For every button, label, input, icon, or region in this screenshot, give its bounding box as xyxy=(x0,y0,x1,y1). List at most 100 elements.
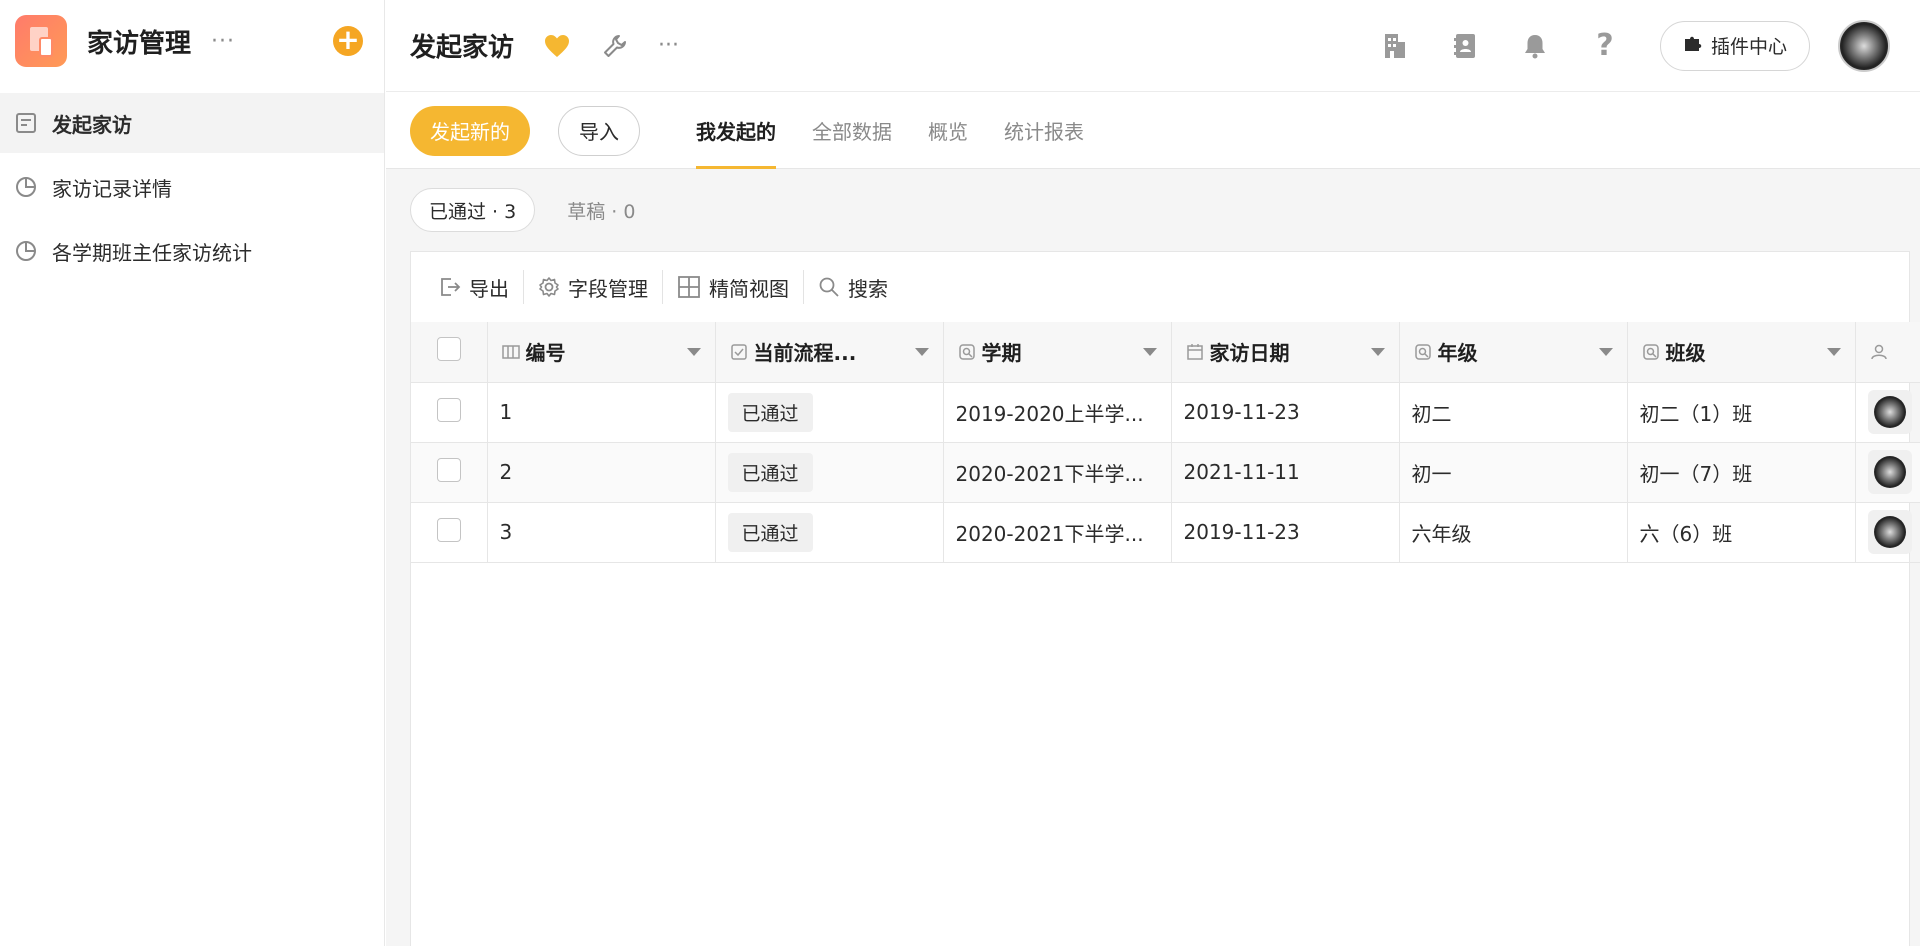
lookup-field-icon xyxy=(958,343,976,361)
column-header-date[interactable]: 家访日期 xyxy=(1171,322,1400,383)
member-avatar[interactable] xyxy=(1867,450,1912,494)
row-select-cell xyxy=(411,502,488,563)
records-table: 编号 当前流程... 学期 家访日期 年级 班级 1 已通过 2019-2020… xyxy=(411,322,1920,563)
number-field-icon xyxy=(501,343,520,361)
tab-my-started[interactable]: 我发起的 xyxy=(696,93,776,169)
user-avatar[interactable] xyxy=(1838,19,1890,72)
export-icon xyxy=(439,276,461,298)
member-avatar[interactable] xyxy=(1867,390,1912,434)
column-header-grade[interactable]: 年级 xyxy=(1399,322,1628,383)
wrench-icon[interactable] xyxy=(600,31,630,61)
chevron-down-icon[interactable] xyxy=(1826,347,1841,356)
search-icon xyxy=(818,276,840,298)
sidebar: 家访管理 ··· + 发起家访 家访记录详情 各学期班主任家访统计 xyxy=(0,0,385,946)
status-filters: 已通过 · 3 草稿 · 0 xyxy=(386,169,1920,251)
column-header-status[interactable]: 当前流程... xyxy=(715,322,944,383)
select-all-checkbox[interactable] xyxy=(436,337,461,362)
table-row[interactable]: 1 已通过 2019-2020上半学... 2019-11-23 初二 初二（1… xyxy=(411,382,1920,443)
cell-member xyxy=(1855,382,1920,443)
table-header-row: 编号 当前流程... 学期 家访日期 年级 班级 xyxy=(411,322,1920,383)
building-icon[interactable] xyxy=(1380,31,1410,61)
column-label: 家访日期 xyxy=(1209,341,1290,366)
sidebar-nav: 发起家访 家访记录详情 各学期班主任家访统计 xyxy=(0,93,384,281)
page-title: 发起家访 xyxy=(410,33,515,63)
cell-id: 3 xyxy=(487,502,716,563)
heart-icon[interactable] xyxy=(542,31,572,61)
select-all-cell xyxy=(411,322,488,383)
cell-status: 已通过 xyxy=(715,502,944,563)
tab-stats-report[interactable]: 统计报表 xyxy=(1004,93,1084,169)
compact-view-label: 精简视图 xyxy=(709,276,789,301)
column-label: 班级 xyxy=(1665,341,1706,366)
cell-status: 已通过 xyxy=(715,382,944,443)
start-new-button[interactable]: 发起新的 xyxy=(410,105,530,156)
cell-grade: 初二 xyxy=(1399,382,1628,443)
main-content: 发起新的 导入 我发起的 全部数据 概览 统计报表 已通过 · 3 草稿 · 0… xyxy=(386,93,1920,946)
chevron-down-icon[interactable] xyxy=(1142,347,1157,356)
top-bar: 发起家访 ··· ? 插件中心 xyxy=(386,0,1920,92)
chevron-down-icon[interactable] xyxy=(914,347,929,356)
cell-term: 2019-2020上半学... xyxy=(943,382,1172,443)
row-select-cell xyxy=(411,382,488,443)
help-icon[interactable]: ? xyxy=(1590,28,1620,63)
filter-draft[interactable]: 草稿 · 0 xyxy=(567,197,635,224)
chevron-down-icon[interactable] xyxy=(686,347,701,356)
row-checkbox[interactable] xyxy=(436,397,461,422)
pie-chart-icon xyxy=(14,175,38,199)
cell-grade: 初一 xyxy=(1399,442,1628,503)
sidebar-item-visit-records[interactable]: 家访记录详情 xyxy=(0,157,384,217)
chevron-down-icon[interactable] xyxy=(1370,347,1385,356)
puzzle-icon xyxy=(1683,33,1703,58)
column-header-term[interactable]: 学期 xyxy=(943,322,1172,383)
calendar-icon xyxy=(1186,343,1204,361)
app-header: 家访管理 ··· + xyxy=(0,0,384,82)
tab-all-data[interactable]: 全部数据 xyxy=(812,93,892,169)
grid-icon xyxy=(677,275,701,299)
cell-id: 1 xyxy=(487,382,716,443)
bell-icon[interactable] xyxy=(1520,31,1550,61)
view-tabs: 我发起的 全部数据 概览 统计报表 xyxy=(696,93,1120,169)
table-row[interactable]: 3 已通过 2020-2021下半学... 2019-11-23 六年级 六（6… xyxy=(411,502,1920,563)
tab-overview[interactable]: 概览 xyxy=(928,93,968,169)
cell-class: 初一（7）班 xyxy=(1627,442,1856,503)
checkbox-field-icon xyxy=(730,343,748,361)
more-icon[interactable]: ··· xyxy=(658,31,679,61)
add-icon[interactable]: + xyxy=(333,26,363,56)
column-header-member[interactable] xyxy=(1855,322,1920,383)
sidebar-item-term-stats[interactable]: 各学期班主任家访统计 xyxy=(0,221,384,281)
cell-term: 2020-2021下半学... xyxy=(943,442,1172,503)
import-button[interactable]: 导入 xyxy=(558,105,640,156)
export-button[interactable]: 导出 xyxy=(425,269,523,305)
app-logo[interactable] xyxy=(15,15,67,67)
gear-icon xyxy=(538,276,560,298)
app-more-icon[interactable]: ··· xyxy=(211,29,235,54)
sidebar-item-label: 各学期班主任家访统计 xyxy=(52,240,252,265)
form-icon xyxy=(14,111,38,135)
top-right-actions: ? 插件中心 xyxy=(1380,19,1920,72)
row-checkbox[interactable] xyxy=(436,457,461,482)
search-button[interactable]: 搜索 xyxy=(804,269,902,305)
column-header-id[interactable]: 编号 xyxy=(487,322,716,383)
plugin-center-label: 插件中心 xyxy=(1710,36,1787,58)
column-header-class[interactable]: 班级 xyxy=(1627,322,1856,383)
cell-member xyxy=(1855,442,1920,503)
export-label: 导出 xyxy=(469,276,509,301)
row-checkbox[interactable] xyxy=(436,517,461,542)
search-label: 搜索 xyxy=(848,276,888,301)
cell-class: 六（6）班 xyxy=(1627,502,1856,563)
chevron-down-icon[interactable] xyxy=(1598,347,1613,356)
filter-approved[interactable]: 已通过 · 3 xyxy=(410,188,536,232)
table-row[interactable]: 2 已通过 2020-2021下半学... 2021-11-11 初一 初一（7… xyxy=(411,442,1920,503)
lookup-field-icon xyxy=(1414,343,1432,361)
compact-view-button[interactable]: 精简视图 xyxy=(663,269,803,305)
plugin-center-button[interactable]: 插件中心 xyxy=(1659,20,1810,71)
member-avatar[interactable] xyxy=(1867,510,1912,554)
action-tab-bar: 发起新的 导入 我发起的 全部数据 概览 统计报表 xyxy=(386,93,1920,169)
table-panel: 导出 字段管理 精简视图 搜索 编号 当前流程... 学期 家访日期 年级 班级… xyxy=(410,251,1920,946)
column-label: 年级 xyxy=(1437,341,1478,366)
cell-member xyxy=(1855,502,1920,563)
contacts-icon[interactable] xyxy=(1450,31,1480,61)
pie-chart-icon xyxy=(14,239,38,263)
sidebar-item-start-visit[interactable]: 发起家访 xyxy=(0,93,384,153)
field-manage-button[interactable]: 字段管理 xyxy=(524,269,662,305)
